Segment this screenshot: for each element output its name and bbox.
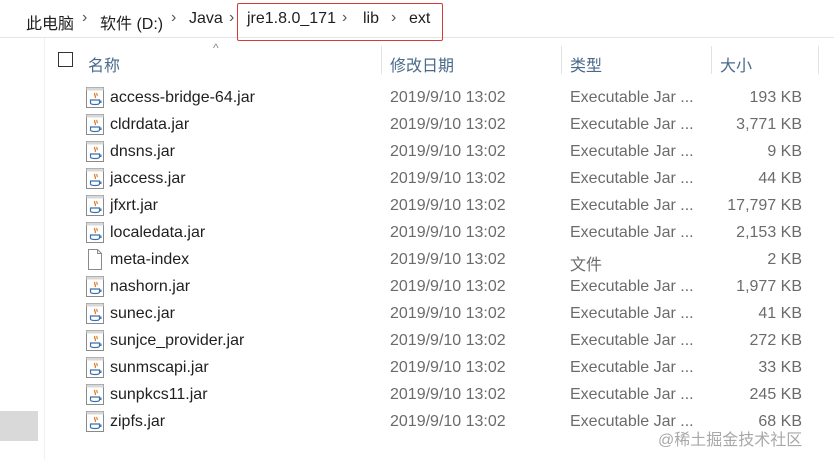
address-bar[interactable]: 此电脑 › 软件 (D:) › Java › jre1.8.0_171 › li… bbox=[0, 0, 834, 41]
java-jar-icon bbox=[86, 141, 104, 162]
breadcrumb-drive-d[interactable]: 软件 (D:) bbox=[100, 10, 163, 34]
file-date: 2019/9/10 13:02 bbox=[390, 89, 506, 106]
file-row[interactable]: sunmscapi.jar 2019/9/10 13:02 Executable… bbox=[0, 354, 834, 381]
java-jar-icon bbox=[86, 168, 104, 189]
file-row[interactable]: sunjce_provider.jar 2019/9/10 13:02 Exec… bbox=[0, 327, 834, 354]
file-name[interactable]: sunjce_provider.jar bbox=[110, 332, 244, 350]
java-jar-icon bbox=[86, 357, 104, 378]
file-row[interactable]: access-bridge-64.jar 2019/9/10 13:02 Exe… bbox=[0, 84, 834, 111]
column-header-size[interactable]: 大小 bbox=[720, 52, 752, 76]
file-date: 2019/9/10 13:02 bbox=[390, 332, 506, 349]
file-type: Executable Jar ... bbox=[570, 305, 694, 322]
file-date: 2019/9/10 13:02 bbox=[390, 413, 506, 430]
file-row[interactable]: dnsns.jar 2019/9/10 13:02 Executable Jar… bbox=[0, 138, 834, 165]
file-date: 2019/9/10 13:02 bbox=[390, 197, 506, 214]
file-name[interactable]: nashorn.jar bbox=[110, 278, 190, 296]
file-name[interactable]: sunec.jar bbox=[110, 305, 175, 323]
java-jar-icon bbox=[86, 276, 104, 297]
java-jar-icon bbox=[86, 384, 104, 405]
file-name[interactable]: sunpkcs11.jar bbox=[110, 386, 208, 404]
file-size: 193 KB bbox=[749, 89, 802, 106]
file-type: Executable Jar ... bbox=[570, 278, 694, 295]
file-row[interactable]: meta-index 2019/9/10 13:02 文件 2 KB bbox=[0, 246, 834, 274]
file-name[interactable]: localedata.jar bbox=[110, 224, 205, 242]
file-size: 272 KB bbox=[749, 332, 802, 349]
column-divider[interactable] bbox=[818, 46, 819, 74]
file-type: Executable Jar ... bbox=[570, 89, 694, 106]
chevron-right-icon[interactable]: › bbox=[229, 9, 234, 27]
highlight-annotation-box bbox=[237, 3, 443, 41]
java-jar-icon bbox=[86, 222, 104, 243]
chevron-right-icon[interactable]: › bbox=[82, 9, 87, 27]
file-type: Executable Jar ... bbox=[570, 197, 694, 214]
column-header-row: 名称 修改日期 类型 大小 bbox=[44, 38, 834, 82]
file-size: 41 KB bbox=[758, 305, 802, 322]
file-date: 2019/9/10 13:02 bbox=[390, 116, 506, 133]
column-divider[interactable] bbox=[381, 46, 382, 74]
breadcrumb-java[interactable]: Java bbox=[189, 10, 223, 28]
file-row[interactable]: sunec.jar 2019/9/10 13:02 Executable Jar… bbox=[0, 300, 834, 327]
breadcrumb-this-pc[interactable]: 此电脑 bbox=[26, 10, 74, 34]
file-name[interactable]: access-bridge-64.jar bbox=[110, 89, 255, 107]
file-date: 2019/9/10 13:02 bbox=[390, 143, 506, 160]
file-type: Executable Jar ... bbox=[570, 224, 694, 241]
column-header-name[interactable]: 名称 bbox=[88, 52, 120, 76]
file-type: Executable Jar ... bbox=[570, 143, 694, 160]
java-jar-icon bbox=[86, 114, 104, 135]
file-size: 9 KB bbox=[767, 143, 802, 160]
file-size: 1,977 KB bbox=[736, 278, 802, 295]
file-size: 17,797 KB bbox=[727, 197, 802, 214]
file-name[interactable]: cldrdata.jar bbox=[110, 116, 189, 134]
java-jar-icon bbox=[86, 87, 104, 108]
column-divider[interactable] bbox=[561, 46, 562, 74]
file-name[interactable]: jfxrt.jar bbox=[110, 197, 158, 215]
file-type: Executable Jar ... bbox=[570, 332, 694, 349]
file-date: 2019/9/10 13:02 bbox=[390, 359, 506, 376]
file-row[interactable]: nashorn.jar 2019/9/10 13:02 Executable J… bbox=[0, 273, 834, 300]
file-type: Executable Jar ... bbox=[570, 386, 694, 403]
file-name[interactable]: jaccess.jar bbox=[110, 170, 186, 188]
watermark-text: @稀土掘金技术社区 bbox=[658, 432, 803, 449]
file-type: 文件 bbox=[570, 257, 603, 274]
file-date: 2019/9/10 13:02 bbox=[390, 224, 506, 241]
file-size: 3,771 KB bbox=[736, 116, 802, 133]
file-row[interactable]: sunpkcs11.jar 2019/9/10 13:02 Executable… bbox=[0, 381, 834, 408]
file-size: 2 KB bbox=[767, 251, 802, 268]
java-jar-icon bbox=[86, 330, 104, 351]
file-name[interactable]: dnsns.jar bbox=[110, 143, 175, 161]
file-row[interactable]: jfxrt.jar 2019/9/10 13:02 Executable Jar… bbox=[0, 192, 834, 219]
file-name[interactable]: meta-index bbox=[110, 251, 189, 269]
column-header-type[interactable]: 类型 bbox=[570, 52, 602, 76]
java-jar-icon bbox=[86, 195, 104, 216]
column-header-date[interactable]: 修改日期 bbox=[390, 52, 454, 76]
file-date: 2019/9/10 13:02 bbox=[390, 251, 506, 268]
file-size: 2,153 KB bbox=[736, 224, 802, 241]
file-size: 44 KB bbox=[758, 170, 802, 187]
column-divider[interactable] bbox=[711, 46, 712, 74]
file-row[interactable]: jaccess.jar 2019/9/10 13:02 Executable J… bbox=[0, 165, 834, 192]
file-row[interactable]: localedata.jar 2019/9/10 13:02 Executabl… bbox=[0, 219, 834, 246]
file-name[interactable]: zipfs.jar bbox=[110, 413, 165, 431]
file-type: Executable Jar ... bbox=[570, 359, 694, 376]
file-icon bbox=[86, 249, 104, 270]
file-date: 2019/9/10 13:02 bbox=[390, 170, 506, 187]
file-date: 2019/9/10 13:02 bbox=[390, 305, 506, 322]
chevron-right-icon[interactable]: › bbox=[171, 9, 176, 27]
file-type: Executable Jar ... bbox=[570, 170, 694, 187]
file-date: 2019/9/10 13:02 bbox=[390, 386, 506, 403]
file-row[interactable]: cldrdata.jar 2019/9/10 13:02 Executable … bbox=[0, 111, 834, 138]
java-jar-icon bbox=[86, 411, 104, 432]
file-size: 245 KB bbox=[749, 386, 802, 403]
file-name[interactable]: sunmscapi.jar bbox=[110, 359, 209, 377]
file-date: 2019/9/10 13:02 bbox=[390, 278, 506, 295]
file-size: 33 KB bbox=[758, 359, 802, 376]
java-jar-icon bbox=[86, 303, 104, 324]
file-type: Executable Jar ... bbox=[570, 116, 694, 133]
